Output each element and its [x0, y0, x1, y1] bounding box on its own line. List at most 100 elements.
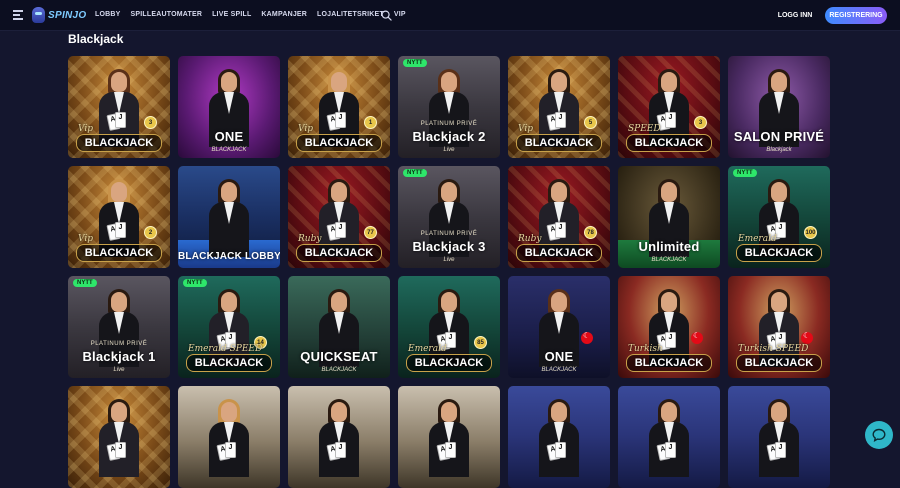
game-card[interactable]: AJ [508, 386, 610, 488]
turkey-flag-icon [581, 331, 593, 344]
game-subtitle: Emerald SPEED [188, 344, 263, 354]
table-number-badge: 85 [474, 336, 487, 349]
turkey-flag-icon [691, 331, 703, 344]
game-card[interactable]: AJ [398, 386, 500, 488]
table-number-badge: 100 [804, 226, 817, 239]
playing-cards-icon: AJ [546, 222, 574, 242]
logo-text: SPINJO [48, 9, 87, 21]
new-badge: NYTT [73, 279, 97, 287]
table-number-badge: 77 [364, 226, 377, 239]
game-card[interactable]: SALON PRIVÉ Blackjack [728, 56, 830, 158]
dealer-figure [759, 399, 799, 477]
game-card[interactable]: A J 78 Ruby BLACKJACK [508, 166, 610, 268]
dealer-figure [209, 399, 249, 477]
game-card[interactable]: AJ [618, 386, 720, 488]
game-card[interactable]: A J 5 Vip BLACKJACK [508, 56, 610, 158]
game-card[interactable]: QUICKSEAT BLACKJACK [288, 276, 390, 378]
chat-button[interactable] [865, 421, 893, 449]
game-card[interactable]: BLACKJACK LOBBY [178, 166, 280, 268]
game-card[interactable]: AJTurkish SPEEDBLACKJACK [728, 276, 830, 378]
nav-item-kampanjer[interactable]: KAMPANJER [261, 11, 307, 18]
game-title: Blackjack 2 [412, 129, 486, 144]
site-logo[interactable]: SPINJO [32, 6, 86, 24]
game-subtitle: Emerald [408, 344, 447, 354]
nav-item-vip[interactable]: VIP [394, 11, 406, 18]
chat-bubble-icon [872, 428, 886, 442]
game-card[interactable]: NYTT PLATINUM PRIVÉ Blackjack 2 Live [398, 56, 500, 158]
hamburger-menu-icon[interactable] [13, 10, 23, 20]
game-card[interactable]: Unlimited BLACKJACK [618, 166, 720, 268]
playing-cards-icon: AJ [546, 442, 574, 462]
game-card[interactable]: NYTT PLATINUM PRIVÉ Blackjack 3 Live [398, 166, 500, 268]
register-button[interactable]: REGISTRERING [825, 7, 887, 24]
nav-item-spilleautomater[interactable]: SPILLEAUTOMATER [131, 11, 203, 18]
game-title: BLACKJACK [516, 134, 602, 152]
game-title: SALON PRIVÉ [733, 129, 825, 144]
game-subtitle: Vip [298, 124, 313, 134]
turkey-flag-icon [801, 331, 813, 344]
game-subtitle: SPEED [628, 124, 661, 134]
game-tagline: BLACKJACK [651, 257, 687, 263]
game-card[interactable]: AJ [728, 386, 830, 488]
playing-cards-icon: AJ [546, 112, 574, 132]
game-tagline: BLACKJACK [541, 367, 577, 373]
game-title: Unlimited [638, 239, 700, 254]
game-card[interactable]: A J 3 Vip BLACKJACK [68, 56, 170, 158]
game-subtitle: Emerald [738, 234, 777, 244]
game-title: BLACKJACK [296, 244, 382, 262]
nav-item-live-spill[interactable]: LIVE SPILL [212, 11, 251, 18]
game-card[interactable]: AJ [288, 386, 390, 488]
game-card[interactable]: A J 1 Vip BLACKJACK [288, 56, 390, 158]
game-card[interactable]: AJTurkishBLACKJACK [618, 276, 720, 378]
new-badge: NYTT [403, 169, 427, 177]
main-nav: LOBBY SPILLEAUTOMATER LIVE SPILL KAMPANJ… [95, 11, 406, 18]
logo-mark-icon [32, 7, 45, 23]
game-card[interactable]: A J 2 Vip BLACKJACK [68, 166, 170, 268]
dealer-figure [539, 399, 579, 477]
game-subtitle: Turkish SPEED [738, 344, 809, 354]
new-badge: NYTT [403, 59, 427, 67]
table-number-badge: 2 [144, 226, 157, 239]
game-title: BLACKJACK [406, 354, 492, 372]
game-tagline: Live [113, 367, 125, 373]
game-grid: A J 3 Vip BLACKJACK ONE BLACKJACK A J 1 Vip BLACK… [68, 56, 830, 488]
nav-item-lobby[interactable]: LOBBY [95, 11, 121, 18]
game-title: BLACKJACK [626, 354, 712, 372]
game-subtitle: Turkish [628, 344, 663, 354]
login-button[interactable]: LOGG INN [772, 7, 818, 24]
playing-cards-icon: AJ [326, 222, 354, 242]
game-title: Blackjack 3 [412, 239, 486, 254]
game-subtitle: Ruby [518, 234, 542, 244]
game-title: ONE [544, 349, 574, 364]
game-tagline: Live [443, 147, 455, 153]
playing-cards-icon: AJ [106, 442, 134, 462]
table-number-badge: 1 [364, 116, 377, 129]
game-card[interactable]: A J 85 Emerald BLACKJACK [398, 276, 500, 378]
new-badge: NYTT [183, 279, 207, 287]
dealer-figure [209, 179, 249, 257]
game-card[interactable]: A J NYTT 14 Emerald SPEED BLACKJACK [178, 276, 280, 378]
playing-cards-icon: AJ [766, 442, 794, 462]
game-card[interactable]: AJ [178, 386, 280, 488]
game-card[interactable]: ONE BLACKJACK [178, 56, 280, 158]
game-subtitle: PLATINUM PRIVÉ [90, 341, 148, 347]
game-card[interactable]: ONE BLACKJACK [508, 276, 610, 378]
game-subtitle: PLATINUM PRIVÉ [420, 231, 478, 237]
nav-item-lojalitetsriket[interactable]: LOJALITETSRIKET [317, 11, 384, 18]
game-card[interactable]: A J NYTT 100 Emerald BLACKJACK [728, 166, 830, 268]
game-title: BLACKJACK [186, 354, 272, 372]
game-card[interactable]: A J 3 SPEED BLACKJACK [618, 56, 720, 158]
game-card[interactable]: A J 77 Ruby BLACKJACK [288, 166, 390, 268]
search-icon[interactable] [381, 10, 392, 21]
game-title: BLACKJACK [76, 134, 162, 152]
game-card[interactable]: AJ [68, 386, 170, 488]
playing-cards-icon: AJ [656, 442, 684, 462]
playing-cards-icon: AJ [106, 112, 134, 132]
game-title: ONE [214, 129, 244, 144]
playing-cards-icon: AJ [326, 442, 354, 462]
game-title: BLACKJACK [296, 134, 382, 152]
game-card[interactable]: NYTT PLATINUM PRIVÉ Blackjack 1 Live [68, 276, 170, 378]
table-number-badge: 78 [584, 226, 597, 239]
game-tagline: BLACKJACK [321, 367, 357, 373]
game-tagline: Blackjack [766, 147, 792, 153]
